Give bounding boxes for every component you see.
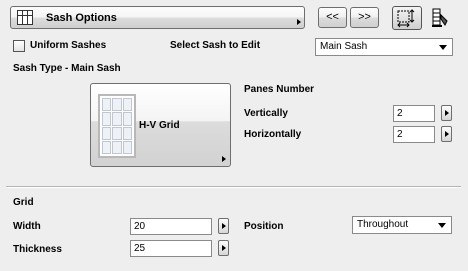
grid-width-stepper[interactable] xyxy=(218,218,229,234)
vertical-panes-input[interactable]: 2 xyxy=(393,105,435,122)
select-sash-label: Select Sash to Edit xyxy=(170,40,261,51)
panes-number-title: Panes Number xyxy=(244,84,315,95)
sash-select-dropdown[interactable]: Main Sash xyxy=(315,38,453,56)
resize-frame-icon xyxy=(397,9,415,28)
grid-title: Grid xyxy=(13,197,34,208)
vertically-label: Vertically xyxy=(244,108,288,119)
section-divider xyxy=(6,186,461,188)
window-grid-icon xyxy=(17,10,33,25)
sash-select-value: Main Sash xyxy=(320,41,368,52)
horizontal-panes-input[interactable]: 2 xyxy=(393,126,435,143)
chevron-down-icon xyxy=(438,223,446,228)
sash-type-title: Sash Type - Main Sash xyxy=(13,63,121,74)
panel-selector-label: Sash Options xyxy=(46,12,117,24)
panel-selector[interactable]: Sash Options xyxy=(10,6,305,29)
picker-arrow-icon xyxy=(222,156,226,162)
horizontal-panes-stepper[interactable] xyxy=(441,126,452,142)
size-preview-button[interactable] xyxy=(392,6,422,30)
previous-panel-button[interactable]: << xyxy=(318,7,347,28)
grid-position-dropdown[interactable]: Throughout xyxy=(352,216,452,234)
sash-type-name: H-V Grid xyxy=(139,120,180,131)
thickness-label: Thickness xyxy=(13,244,62,255)
chevron-down-icon xyxy=(439,45,447,50)
next-panel-button[interactable]: >> xyxy=(350,7,379,28)
sash-type-picker[interactable]: H-V Grid xyxy=(90,83,231,167)
grid-position-value: Throughout xyxy=(357,219,409,230)
horizontally-label: Horizontally xyxy=(244,129,302,140)
settings-tool-icon[interactable] xyxy=(430,7,450,29)
grid-width-input[interactable]: 20 xyxy=(130,218,212,235)
vertical-panes-stepper[interactable] xyxy=(441,105,452,121)
width-label: Width xyxy=(13,221,41,232)
uniform-sashes-checkbox[interactable] xyxy=(13,40,25,52)
panel-menu-arrow-icon xyxy=(297,19,301,25)
uniform-sashes-label: Uniform Sashes xyxy=(30,40,107,51)
grid-thickness-stepper[interactable] xyxy=(218,240,229,256)
position-label: Position xyxy=(244,221,284,232)
grid-thickness-input[interactable]: 25 xyxy=(130,240,212,257)
hv-grid-window-icon xyxy=(98,94,136,158)
